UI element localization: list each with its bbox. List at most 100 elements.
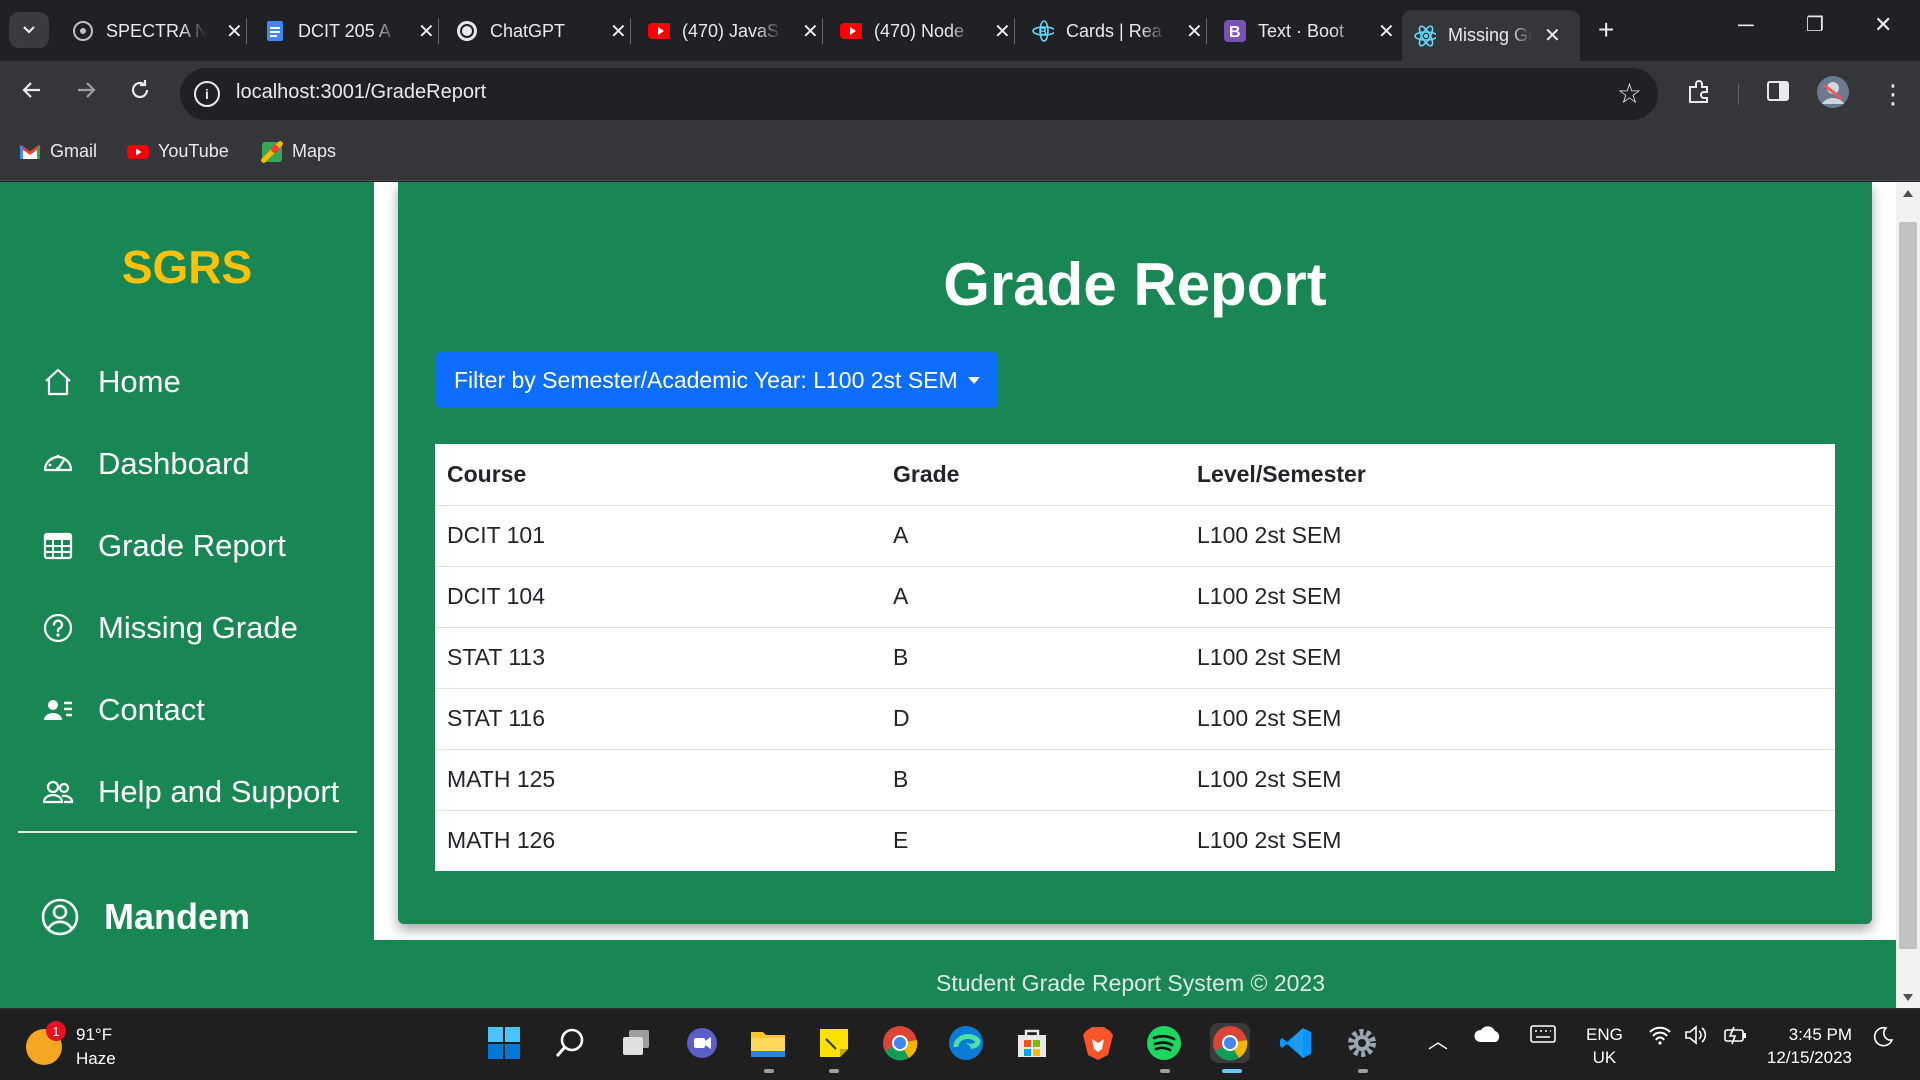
windows-start-icon[interactable]: [484, 1023, 524, 1063]
clock-date: 12/15/2023: [1766, 1048, 1852, 1067]
close-icon[interactable]: ✕: [610, 19, 627, 44]
reload-button[interactable]: [128, 78, 152, 109]
back-button[interactable]: [20, 78, 44, 109]
close-icon[interactable]: ✕: [1186, 19, 1203, 44]
volume-icon[interactable]: [1684, 1025, 1710, 1050]
people-icon: [40, 774, 76, 810]
system-clock[interactable]: 3:45 PM 12/15/2023: [1762, 1023, 1852, 1069]
scroll-up-arrow-icon[interactable]: [1903, 190, 1913, 197]
user-menu[interactable]: Mandem: [40, 896, 250, 938]
brand-logo[interactable]: SGRS: [0, 240, 374, 294]
bookmark-label: Maps: [292, 141, 337, 161]
sidebar-item-grade-report[interactable]: Grade Report: [40, 528, 286, 564]
close-icon[interactable]: ✕: [1544, 23, 1561, 48]
browser-tab[interactable]: B Text · Boot ✕: [1224, 10, 1395, 52]
table-row: DCIT 104 A L100 2st SEM: [435, 566, 1835, 628]
table-row: MATH 125 B L100 2st SEM: [435, 749, 1835, 811]
show-hidden-icons-chevron-icon[interactable]: ︿: [1428, 1025, 1448, 1054]
scroll-down-arrow-icon[interactable]: [1903, 994, 1913, 1001]
sidebar-item-missing-grade[interactable]: Missing Grade: [40, 610, 298, 646]
scrollbar-thumb[interactable]: [1899, 222, 1917, 949]
browser-tab[interactable]: DCIT 205 A ✕: [264, 10, 435, 52]
react-icon: [1414, 24, 1436, 47]
side-panel-icon[interactable]: [1766, 79, 1790, 110]
browser-tab[interactable]: ChatGPT ✕: [456, 10, 627, 52]
reload-icon: [131, 80, 149, 99]
close-icon[interactable]: ✕: [994, 19, 1011, 44]
sidebar-item-label: Missing Grade: [98, 610, 298, 645]
wifi-icon[interactable]: [1648, 1025, 1672, 1050]
spotify-icon[interactable]: [1144, 1023, 1184, 1063]
browser-tab[interactable]: (470) Node ✕: [840, 10, 1011, 52]
vscode-icon[interactable]: [1276, 1023, 1316, 1063]
level-semester-cell: L100 2st SEM: [1185, 566, 1835, 628]
course-cell: MATH 126: [447, 827, 556, 854]
footer-text: Student Grade Report System © 2023: [936, 970, 1325, 996]
sidebar-item-dashboard[interactable]: Dashboard: [40, 446, 250, 482]
bookmark-star-icon[interactable]: ☆: [1617, 77, 1642, 110]
weather-widget[interactable]: 1 91°F Haze: [26, 1021, 116, 1071]
home-icon: [40, 364, 76, 400]
sidebar-item-label: Contact: [98, 692, 205, 727]
clock-time: 3:45 PM: [1788, 1025, 1852, 1044]
new-tab-button[interactable]: +: [1598, 14, 1614, 46]
edge-icon[interactable]: [946, 1023, 986, 1063]
search-icon[interactable]: [550, 1023, 590, 1063]
minimize-button[interactable]: ─: [1738, 12, 1754, 38]
sidebar: SGRS Home Dashboard Grade Report Missing…: [0, 182, 374, 1008]
keyboard-icon[interactable]: [1530, 1025, 1556, 1048]
site-info-icon[interactable]: i: [194, 81, 220, 107]
sticky-notes-icon[interactable]: [814, 1023, 854, 1063]
sidebar-item-label: Help and Support: [98, 774, 340, 809]
battery-charging-icon[interactable]: [1722, 1025, 1748, 1050]
close-icon[interactable]: ✕: [1378, 19, 1395, 44]
focus-moon-icon[interactable]: [1872, 1025, 1894, 1052]
course-cell: STAT 116: [435, 688, 881, 750]
person-circle-icon: [40, 897, 80, 937]
task-view-icon[interactable]: [616, 1023, 656, 1063]
close-icon[interactable]: ✕: [418, 19, 435, 44]
bookmark-youtube[interactable]: YouTube: [126, 141, 229, 162]
profile-avatar[interactable]: [1816, 75, 1850, 116]
browser-tab[interactable]: (470) JavaS ✕: [648, 10, 819, 52]
tab-search-button[interactable]: [9, 12, 49, 48]
bookmark-maps[interactable]: Maps: [260, 140, 337, 163]
course-cell: DCIT 101: [435, 505, 881, 567]
brave-icon[interactable]: [1078, 1023, 1118, 1063]
window-close-button[interactable]: ✕: [1874, 12, 1892, 38]
youtube-icon: [126, 142, 150, 162]
file-explorer-icon[interactable]: [748, 1023, 788, 1063]
bookmark-gmail[interactable]: Gmail: [18, 141, 97, 162]
close-icon[interactable]: ✕: [802, 19, 819, 44]
sidebar-item-home[interactable]: Home: [40, 364, 181, 400]
kebab-menu-icon[interactable]: ⋮: [1880, 79, 1906, 110]
close-icon[interactable]: ✕: [226, 19, 243, 44]
sidebar-item-label: Dashboard: [98, 446, 250, 481]
restore-button[interactable]: ❐: [1806, 12, 1824, 37]
semester-filter-dropdown[interactable]: Filter by Semester/Academic Year: L100 2…: [435, 352, 998, 408]
youtube-icon: [648, 20, 670, 42]
tab-title: ChatGPT: [490, 20, 566, 41]
microsoft-store-icon[interactable]: [1012, 1023, 1052, 1063]
sidebar-item-contact[interactable]: Contact: [40, 692, 205, 728]
settings-gear-icon[interactable]: [1342, 1023, 1382, 1063]
tab-title: Text · Boot: [1258, 20, 1345, 41]
browser-tab-active[interactable]: Missing Gr ✕: [1402, 10, 1580, 61]
grade-cell: D: [881, 688, 1185, 750]
address-bar[interactable]: i localhost:3001/GradeReport ☆: [180, 68, 1658, 120]
language-indicator[interactable]: ENG UK: [1586, 1023, 1623, 1069]
browser-tab[interactable]: SPECTRA N ✕: [72, 10, 243, 52]
sidebar-item-help-and-support[interactable]: Help and Support: [40, 774, 339, 810]
weather-temperature: 91°F: [76, 1025, 113, 1044]
weather-haze-icon: 1: [26, 1021, 66, 1065]
chrome-active-icon[interactable]: [1210, 1023, 1250, 1063]
user-name: Mandem: [104, 896, 251, 937]
browser-tab[interactable]: B Cards | Rea ✕: [1032, 10, 1203, 52]
extensions-icon[interactable]: [1686, 79, 1712, 112]
forward-button[interactable]: [74, 78, 98, 109]
level-semester-cell: L100 2st SEM: [1185, 688, 1835, 750]
teams-meet-icon[interactable]: [682, 1023, 722, 1063]
chrome-icon[interactable]: [880, 1023, 920, 1063]
onedrive-cloud-icon[interactable]: [1474, 1025, 1502, 1048]
page-scrollbar[interactable]: [1896, 182, 1920, 1008]
